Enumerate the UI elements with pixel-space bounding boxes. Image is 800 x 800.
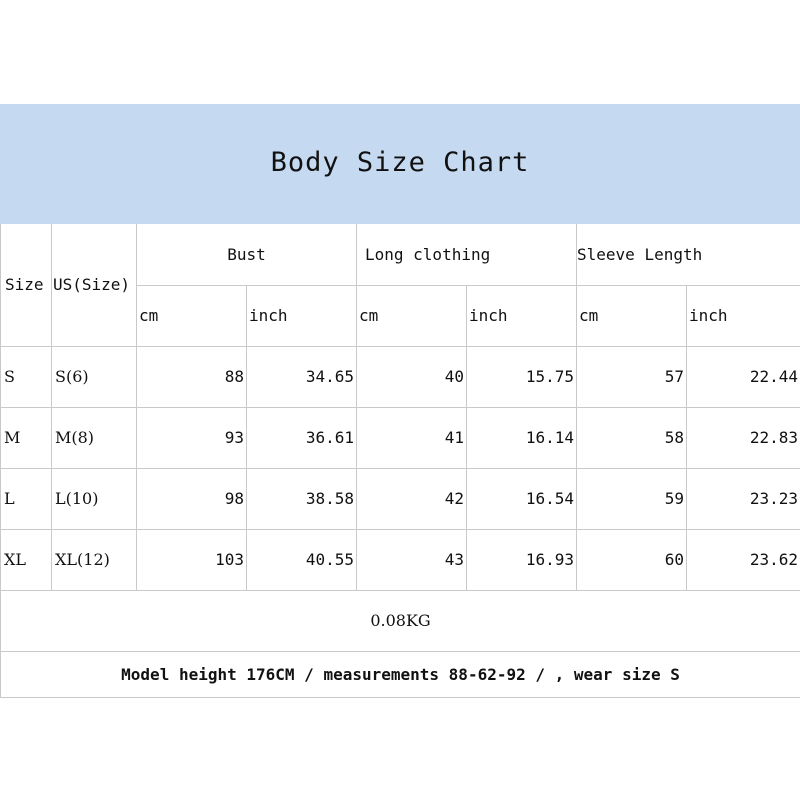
bust-cm-header: cm — [136, 284, 247, 347]
sleeve-inch-cell: 22.83 — [686, 406, 800, 469]
sleeve-cm-header: cm — [576, 284, 688, 347]
long-inch-cell: 16.93 — [465, 528, 578, 591]
size-header: Size — [0, 224, 52, 347]
bust-header: Bust — [136, 224, 357, 286]
long-cm-cell: 40 — [356, 345, 467, 408]
long-cm-cell: 42 — [356, 467, 467, 530]
long-inch-header: inch — [465, 284, 578, 347]
sleeve-inch-cell: 23.62 — [686, 528, 800, 591]
table-row: L L(10) 98 38.58 42 16.54 59 23.23 — [0, 467, 800, 530]
sleeve-inch-cell: 22.44 — [686, 345, 800, 408]
bust-inch-cell: 34.65 — [246, 345, 357, 408]
bust-cm-cell: 93 — [136, 406, 247, 469]
us-size-cell: S(6) — [51, 345, 137, 408]
table-row: XL XL(12) 103 40.55 43 16.93 60 23.62 — [0, 528, 800, 591]
long-clothing-header: Long clothing — [355, 224, 578, 286]
us-size-header: US(Size) — [51, 224, 137, 347]
long-cm-header: cm — [356, 284, 467, 347]
header-row-group: Size US(Size) Bust Long clothing Sleeve … — [0, 224, 800, 347]
sleeve-cm-cell: 58 — [576, 406, 688, 469]
bust-inch-header: inch — [246, 284, 357, 347]
table-row: M M(8) 93 36.61 41 16.14 58 22.83 — [0, 406, 800, 469]
us-size-cell: M(8) — [51, 406, 137, 469]
bust-cm-cell: 98 — [136, 467, 247, 530]
bust-cm-cell: 103 — [136, 528, 247, 591]
us-size-cell: XL(12) — [51, 528, 137, 591]
sleeve-inch-header: inch — [686, 284, 800, 347]
weight-value: 0.08KG — [0, 589, 800, 652]
long-inch-cell: 16.54 — [465, 467, 578, 530]
long-cm-cell: 43 — [356, 528, 467, 591]
sleeve-cm-cell: 60 — [576, 528, 688, 591]
size-cell: L — [0, 467, 52, 530]
sleeve-inch-cell: 23.23 — [686, 467, 800, 530]
sleeve-length-header: Sleeve Length — [576, 224, 800, 286]
model-note-row: Model height 176CM / measurements 88-62-… — [0, 650, 800, 698]
bust-cm-cell: 88 — [136, 345, 247, 408]
bust-inch-cell: 36.61 — [246, 406, 357, 469]
size-cell: S — [0, 345, 52, 408]
weight-row: 0.08KG — [0, 589, 800, 652]
size-cell: M — [0, 406, 52, 469]
model-note: Model height 176CM / measurements 88-62-… — [0, 650, 800, 698]
sleeve-cm-cell: 59 — [576, 467, 688, 530]
table-row: S S(6) 88 34.65 40 15.75 57 22.44 — [0, 345, 800, 408]
size-table: Size US(Size) Bust Long clothing Sleeve … — [0, 224, 800, 698]
bust-inch-cell: 38.58 — [246, 467, 357, 530]
title-banner: Body Size Chart — [0, 104, 800, 224]
size-cell: XL — [0, 528, 52, 591]
long-inch-cell: 15.75 — [465, 345, 578, 408]
sleeve-cm-cell: 57 — [576, 345, 688, 408]
bust-inch-cell: 40.55 — [246, 528, 357, 591]
us-size-cell: L(10) — [51, 467, 137, 530]
long-inch-cell: 16.14 — [465, 406, 578, 469]
chart-title: Body Size Chart — [270, 146, 530, 178]
long-cm-cell: 41 — [356, 406, 467, 469]
